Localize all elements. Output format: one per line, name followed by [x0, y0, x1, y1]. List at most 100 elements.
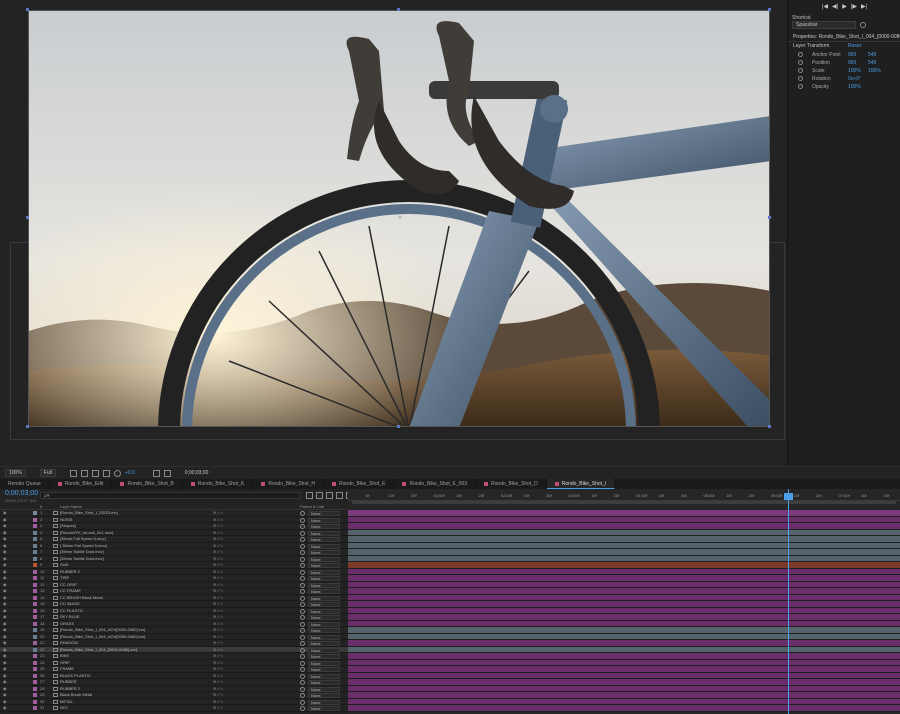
layer-switches[interactable]: ⊕ ⁄ ∕ ◐: [213, 705, 223, 712]
label-color-swatch[interactable]: [33, 686, 37, 691]
pickwhip-icon[interactable]: [300, 693, 305, 698]
pickwhip-icon[interactable]: [300, 673, 305, 679]
parent-dropdown[interactable]: None: [308, 699, 340, 705]
reset-link[interactable]: Reset: [848, 43, 861, 49]
shortcut-dropdown[interactable]: Spacebar: [792, 21, 856, 29]
column-parent[interactable]: Parent & Link: [300, 503, 324, 510]
work-area-bar[interactable]: [352, 501, 896, 504]
parent-dropdown[interactable]: None: [308, 647, 340, 653]
parent-dropdown[interactable]: None: [308, 667, 340, 672]
layer-handle[interactable]: [768, 216, 771, 219]
stopwatch-icon[interactable]: [798, 84, 803, 89]
viewer-timecode[interactable]: 0;00;03;00: [185, 470, 209, 476]
pickwhip-icon[interactable]: [300, 543, 305, 549]
column-layer-name[interactable]: Layer Name: [60, 503, 82, 510]
property-value-2[interactable]: 540: [868, 59, 876, 67]
pickwhip-icon[interactable]: [300, 647, 305, 653]
label-color-swatch[interactable]: [33, 615, 37, 619]
guides-icon[interactable]: [102, 469, 110, 477]
parent-dropdown[interactable]: None: [308, 524, 340, 529]
layer-handle[interactable]: [26, 8, 29, 11]
tab-comp[interactable]: Rondo_Bike_Shot_E_003: [394, 479, 477, 489]
pickwhip-icon[interactable]: [300, 608, 305, 614]
color-channel-icon[interactable]: [113, 469, 121, 477]
parent-dropdown[interactable]: None: [308, 608, 340, 614]
first-frame-button[interactable]: |◀: [822, 3, 828, 10]
last-frame-button[interactable]: ▶|: [861, 3, 867, 10]
label-color-swatch[interactable]: [33, 524, 37, 528]
tab-comp[interactable]: Rondo_Bike_Shot_K: [183, 479, 254, 489]
label-color-swatch[interactable]: [33, 543, 37, 548]
parent-dropdown[interactable]: None: [308, 615, 340, 620]
pickwhip-icon[interactable]: [300, 634, 305, 640]
label-color-swatch[interactable]: [33, 589, 37, 593]
label-color-swatch[interactable]: [33, 595, 37, 600]
parent-dropdown[interactable]: None: [308, 543, 340, 549]
pickwhip-icon[interactable]: [300, 524, 305, 529]
label-color-swatch[interactable]: [33, 537, 37, 541]
layer-duration-bar[interactable]: [348, 705, 900, 712]
layer-handle[interactable]: [26, 216, 29, 219]
property-value[interactable]: 100%: [848, 67, 861, 75]
parent-dropdown[interactable]: None: [308, 530, 340, 536]
tab-comp[interactable]: Rondo_Bike_Shot_H: [253, 479, 325, 489]
playhead-line[interactable]: [788, 489, 789, 714]
label-color-swatch[interactable]: [33, 634, 37, 639]
current-time[interactable]: 0;00;03;00: [5, 490, 38, 498]
parent-dropdown[interactable]: None: [308, 537, 340, 542]
parent-dropdown[interactable]: None: [308, 563, 340, 568]
label-color-swatch[interactable]: [33, 660, 37, 665]
tab-comp[interactable]: Render Queue: [0, 479, 50, 489]
next-frame-button[interactable]: |▶: [851, 3, 857, 10]
stopwatch-icon[interactable]: [798, 60, 803, 65]
timeline-track-area[interactable]: 0f 10f 20f 01:00f 10f 20f 02:00f 10f 20f 03:00f 10…: [348, 489, 900, 714]
shy-layers-icon[interactable]: [326, 492, 333, 499]
layer-search-input[interactable]: ρ▾: [40, 492, 300, 499]
label-color-swatch[interactable]: [33, 621, 37, 626]
parent-dropdown[interactable]: None: [308, 576, 340, 581]
pickwhip-icon[interactable]: [300, 628, 305, 633]
label-color-swatch[interactable]: [33, 654, 37, 658]
label-color-swatch[interactable]: [33, 673, 37, 678]
layer-handle[interactable]: [768, 8, 771, 11]
region-of-interest-icon[interactable]: [69, 469, 77, 477]
parent-dropdown[interactable]: None: [308, 641, 340, 646]
pickwhip-icon[interactable]: [300, 602, 305, 607]
parent-dropdown[interactable]: None: [308, 706, 340, 711]
label-color-swatch[interactable]: [33, 556, 37, 561]
parent-dropdown[interactable]: None: [308, 550, 340, 555]
parent-dropdown[interactable]: None: [308, 556, 340, 562]
parent-dropdown[interactable]: None: [308, 589, 340, 594]
parent-dropdown[interactable]: None: [308, 517, 340, 523]
parent-dropdown[interactable]: None: [308, 621, 340, 627]
loop-icon[interactable]: [860, 22, 866, 28]
label-color-swatch[interactable]: [33, 641, 37, 645]
label-color-swatch[interactable]: [33, 569, 37, 574]
label-color-swatch[interactable]: [33, 608, 37, 613]
pickwhip-icon[interactable]: [300, 641, 305, 646]
layer-handle[interactable]: [768, 425, 771, 428]
parent-dropdown[interactable]: None: [308, 673, 340, 679]
frame-blending-icon[interactable]: [336, 492, 343, 499]
tab-comp[interactable]: Rondo_Bike_Shot_D: [476, 479, 547, 489]
parent-dropdown[interactable]: None: [308, 511, 340, 516]
pickwhip-icon[interactable]: [300, 556, 305, 562]
tab-comp[interactable]: Rondo_Bike_Shot_E: [324, 479, 395, 489]
layer-handle[interactable]: [397, 425, 400, 428]
property-value[interactable]: 960: [848, 59, 856, 67]
parent-dropdown[interactable]: None: [308, 654, 340, 659]
label-color-swatch[interactable]: [33, 628, 37, 632]
draft-3d-icon[interactable]: [316, 492, 323, 499]
play-button[interactable]: ▶: [842, 3, 847, 10]
label-color-swatch[interactable]: [33, 699, 37, 704]
pickwhip-icon[interactable]: [300, 699, 305, 705]
pickwhip-icon[interactable]: [300, 511, 305, 516]
parent-dropdown[interactable]: None: [308, 582, 340, 588]
stopwatch-icon[interactable]: [798, 68, 803, 73]
anchor-point-icon[interactable]: ✦: [396, 214, 404, 222]
pickwhip-icon[interactable]: [300, 576, 305, 581]
label-color-swatch[interactable]: [33, 563, 37, 567]
stopwatch-icon[interactable]: [798, 52, 803, 57]
transparency-grid-icon[interactable]: [80, 469, 88, 477]
tab-comp[interactable]: Rondo_Bike_Edit: [50, 479, 113, 489]
